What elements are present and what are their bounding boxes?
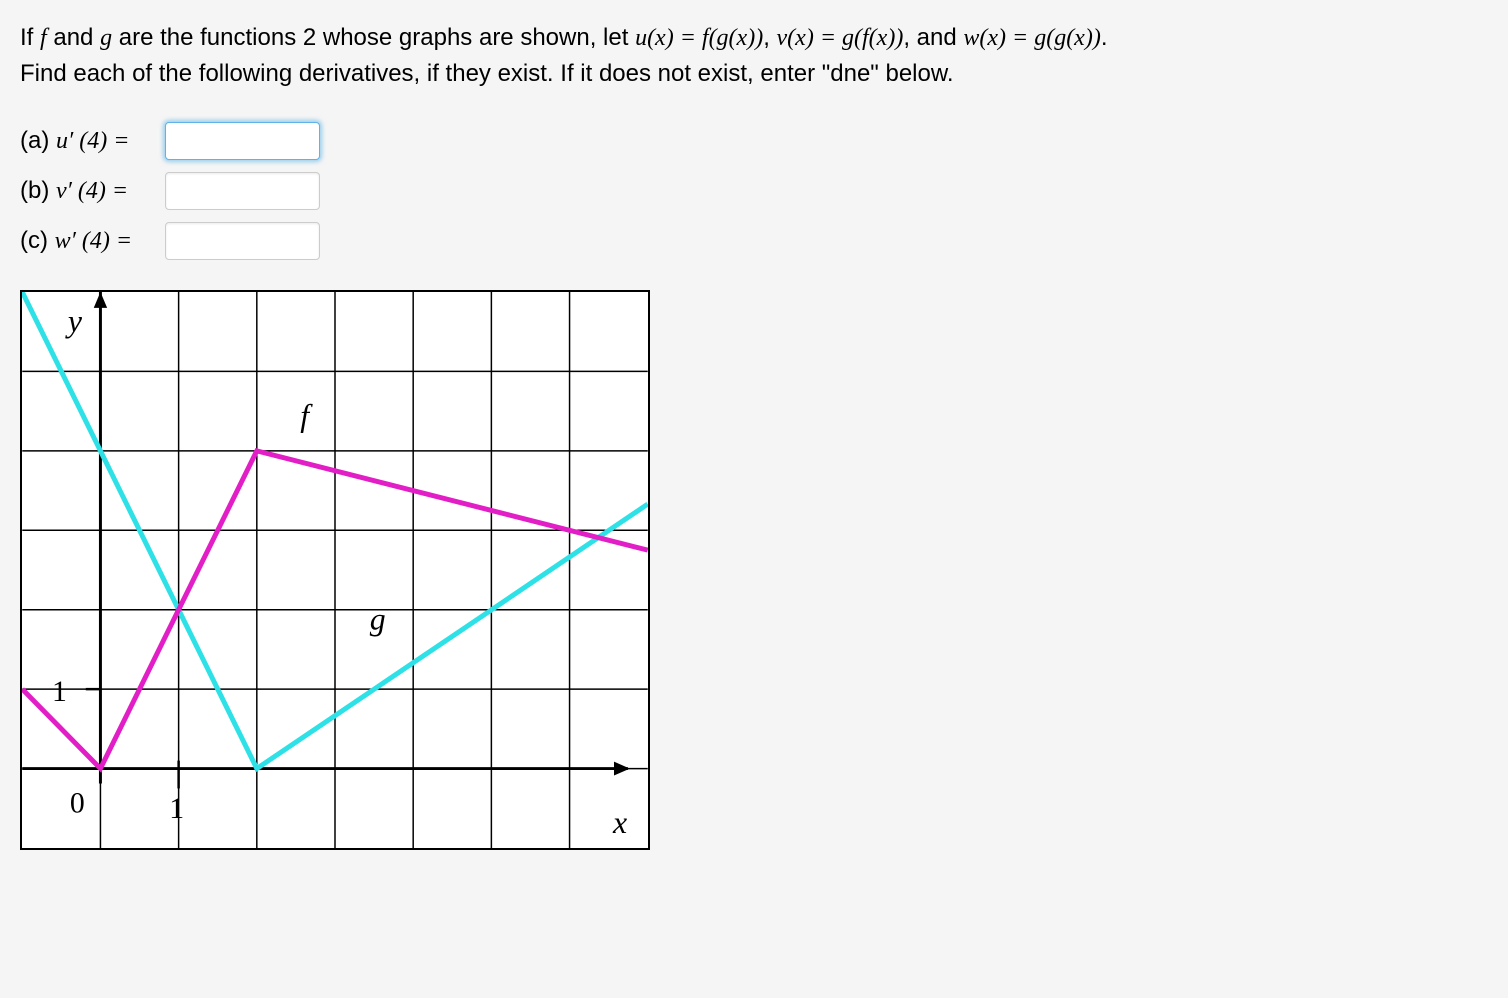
- text: ,: [763, 24, 776, 51]
- part-b-row: (b) v′ (4) =: [20, 172, 1488, 210]
- y-axis-label: y: [65, 304, 83, 339]
- tick-0: 0: [70, 786, 85, 819]
- tick-1-y: 1: [52, 675, 67, 708]
- problem-statement: If f and g are the functions 2 whose gra…: [20, 20, 1488, 92]
- part-c-label: (c) w′ (4) =: [20, 227, 155, 255]
- graph: y x f g 0 1 1: [20, 290, 650, 850]
- part-a-row: (a) u′ (4) =: [20, 122, 1488, 160]
- text: If: [20, 24, 40, 51]
- part-a-label: (a) u′ (4) =: [20, 127, 155, 155]
- part-b-input[interactable]: [165, 172, 320, 210]
- f-curve-label: f: [300, 398, 313, 433]
- text: .: [1101, 24, 1108, 51]
- instruction-text: Find each of the following derivatives, …: [20, 56, 1488, 92]
- answer-parts: (a) u′ (4) = (b) v′ (4) = (c) w′ (4) =: [20, 122, 1488, 260]
- text: are the functions 2 whose graphs are sho…: [112, 24, 635, 51]
- graph-svg: y x f g 0 1 1: [22, 292, 648, 848]
- part-c-input[interactable]: [165, 222, 320, 260]
- math-u-def: u(x) = f(g(x)): [635, 25, 763, 51]
- text: , and: [903, 24, 963, 51]
- math-g: g: [100, 25, 112, 51]
- text: and: [47, 24, 100, 51]
- part-b-label: (b) v′ (4) =: [20, 177, 155, 205]
- math-f: f: [40, 25, 47, 51]
- part-a-input[interactable]: [165, 122, 320, 160]
- g-curve-label: g: [370, 602, 386, 637]
- tick-1-x: 1: [169, 792, 184, 825]
- math-v-def: v(x) = g(f(x)): [777, 25, 904, 51]
- part-c-row: (c) w′ (4) =: [20, 222, 1488, 260]
- math-w-def: w(x) = g(g(x)): [963, 25, 1100, 51]
- x-axis-label: x: [612, 805, 627, 840]
